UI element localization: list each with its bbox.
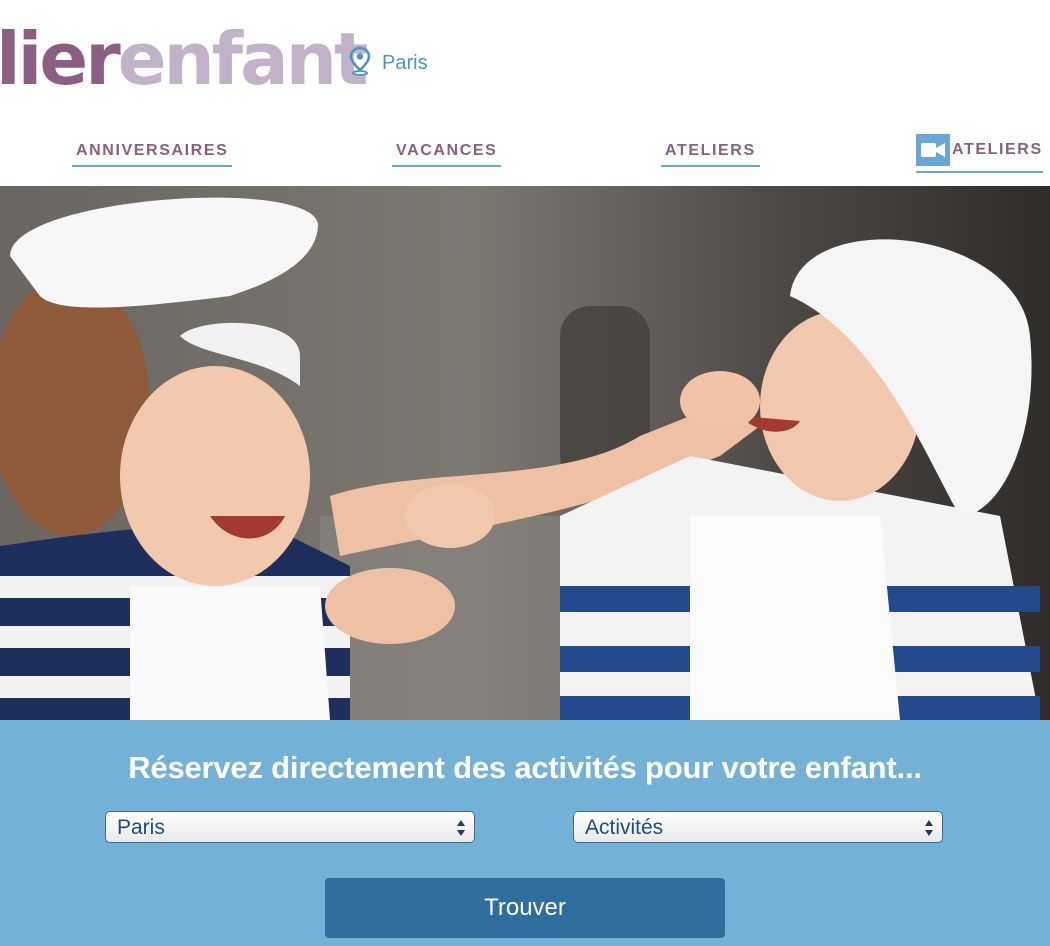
location-selector[interactable]: Paris — [348, 46, 428, 81]
logo-part-light: enfant — [117, 17, 369, 101]
nav-vacances[interactable]: VACANCES — [392, 142, 502, 167]
site-logo[interactable]: lierenfant — [0, 14, 369, 104]
nav-ateliers-video[interactable]: ATELIERS — [916, 134, 1043, 173]
activity-select-value: Activités — [585, 816, 664, 839]
city-select-value: Paris — [117, 816, 165, 839]
site-header: lierenfant Paris — [0, 0, 1050, 120]
find-button[interactable]: Trouver — [325, 878, 725, 938]
video-camera-icon — [916, 134, 950, 166]
nav-ateliers[interactable]: ATELIERS — [661, 142, 760, 167]
main-navigation: ANNIVERSAIRES VACANCES ATELIERS ATELIERS — [0, 130, 1050, 180]
search-panel: Réservez directement des activités pour … — [0, 720, 1050, 946]
map-pin-icon — [348, 46, 372, 81]
location-label: Paris — [382, 52, 428, 74]
select-arrows-icon — [457, 820, 465, 836]
select-arrows-icon — [925, 820, 933, 836]
search-tagline: Réservez directement des activités pour … — [128, 750, 922, 785]
hero-image — [0, 186, 1050, 720]
activity-select[interactable]: Activités — [573, 811, 943, 843]
nav-anniversaires[interactable]: ANNIVERSAIRES — [72, 142, 233, 167]
logo-part-dark: lier — [0, 17, 121, 101]
nav-ateliers-video-label: ATELIERS — [952, 141, 1043, 158]
city-select[interactable]: Paris — [105, 811, 475, 843]
